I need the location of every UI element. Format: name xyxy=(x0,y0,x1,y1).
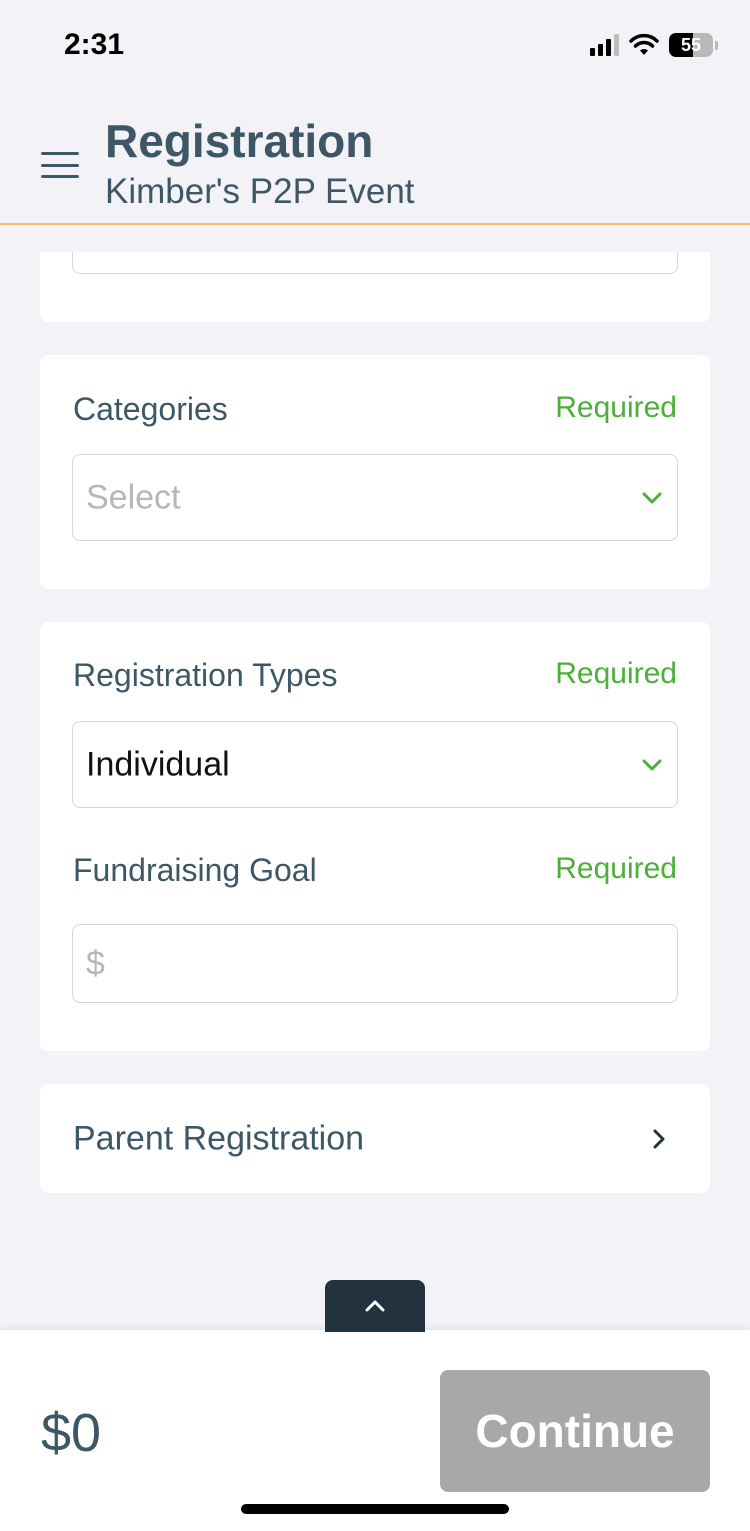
footer-bar: $0 Continue xyxy=(0,1330,750,1531)
wifi-icon xyxy=(629,33,659,55)
page-title: Registration xyxy=(105,115,374,167)
battery-level: 55 xyxy=(680,34,702,55)
categories-required-badge: Required xyxy=(555,391,677,424)
categories-card: Categories Required Select xyxy=(40,355,710,589)
status-time: 2:31 xyxy=(64,28,125,61)
fundraising-goal-placeholder: $ xyxy=(86,944,105,982)
continue-button[interactable]: Continue xyxy=(440,1370,710,1492)
chevron-up-icon xyxy=(365,1300,385,1312)
categories-placeholder: Select xyxy=(86,478,181,516)
page-subtitle: Kimber's P2P Event xyxy=(105,172,415,211)
registration-types-value: Individual xyxy=(86,745,230,783)
parent-registration-label: Parent Registration xyxy=(73,1119,365,1157)
chevron-right-icon xyxy=(653,1129,665,1148)
parent-registration-row[interactable]: Parent Registration xyxy=(40,1084,710,1193)
menu-icon[interactable] xyxy=(41,152,79,178)
status-icons: 55 xyxy=(590,32,718,58)
registration-types-required-badge: Required xyxy=(555,657,677,690)
categories-label: Categories xyxy=(73,391,228,427)
chevron-down-icon xyxy=(642,759,662,770)
registration-types-label: Registration Types xyxy=(73,657,338,693)
fundraising-goal-label: Fundraising Goal xyxy=(73,852,317,888)
fundraising-goal-required-badge: Required xyxy=(555,852,677,885)
order-total: $0 xyxy=(41,1403,102,1463)
battery-nub xyxy=(715,40,718,50)
status-bar: 2:31 55 xyxy=(0,0,750,92)
app-header: Registration Kimber's P2P Event xyxy=(0,92,750,225)
registration-types-select[interactable]: Individual xyxy=(72,721,678,808)
categories-select[interactable]: Select xyxy=(72,454,678,541)
registration-types-card: Registration Types Required Individual F… xyxy=(40,622,710,1051)
home-indicator xyxy=(241,1504,509,1514)
previous-field-card xyxy=(40,252,710,322)
scroll-up-button[interactable] xyxy=(325,1280,425,1332)
chevron-down-icon xyxy=(642,492,662,503)
signal-icon xyxy=(590,34,619,56)
fundraising-goal-input[interactable]: $ xyxy=(72,924,678,1003)
previous-field-input[interactable] xyxy=(72,252,678,274)
battery-icon: 55 xyxy=(669,33,713,57)
